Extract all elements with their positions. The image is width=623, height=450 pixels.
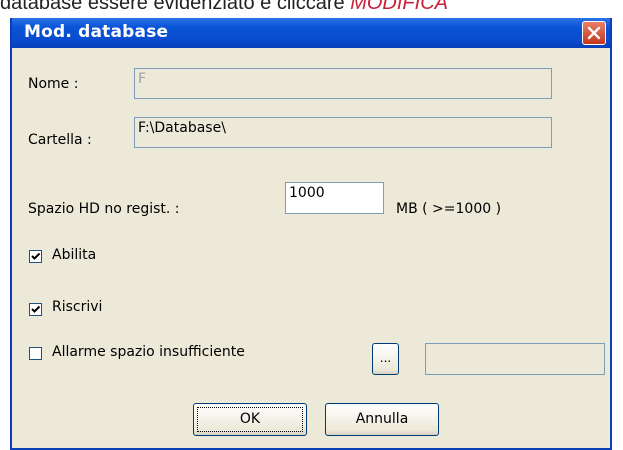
riscrivi-checkbox[interactable]: [29, 303, 42, 316]
cancel-button[interactable]: Annulla: [325, 403, 439, 436]
nome-label: Nome :: [28, 76, 79, 92]
abilita-checkbox[interactable]: [29, 250, 42, 263]
close-icon: [587, 26, 601, 40]
check-icon: [31, 305, 41, 313]
spazio-input[interactable]: 1000: [285, 182, 384, 214]
mod-database-dialog: Mod. database Nome : F Cartella : F:\Dat…: [10, 18, 612, 450]
document-highlight-text: MODIFICA: [350, 0, 448, 14]
allarme-label[interactable]: Allarme spazio insufficiente: [52, 344, 245, 360]
abilita-label[interactable]: Abilita: [52, 247, 96, 263]
cartella-field[interactable]: F:\Database\: [134, 117, 552, 148]
document-text: database essere evidenziato e cliccare: [0, 0, 351, 14]
focus-ring: [197, 407, 303, 432]
spazio-unit: MB ( >=1000 ): [396, 201, 502, 217]
title-bar[interactable]: Mod. database: [12, 18, 610, 48]
alarm-field[interactable]: [425, 343, 605, 375]
nome-field[interactable]: F: [134, 68, 552, 99]
background-document-text: database essere evidenziato e cliccare M…: [0, 0, 623, 18]
riscrivi-label[interactable]: Riscrivi: [52, 299, 102, 315]
ok-button[interactable]: OK: [193, 403, 307, 436]
cartella-label: Cartella :: [28, 132, 92, 148]
cancel-label: Annulla: [355, 411, 409, 427]
close-button[interactable]: [582, 21, 606, 45]
spazio-label: Spazio HD no regist. :: [28, 201, 180, 217]
allarme-checkbox[interactable]: [29, 347, 42, 360]
dialog-title: Mod. database: [24, 22, 169, 42]
check-icon: [31, 252, 41, 260]
browse-button[interactable]: ...: [372, 343, 399, 375]
